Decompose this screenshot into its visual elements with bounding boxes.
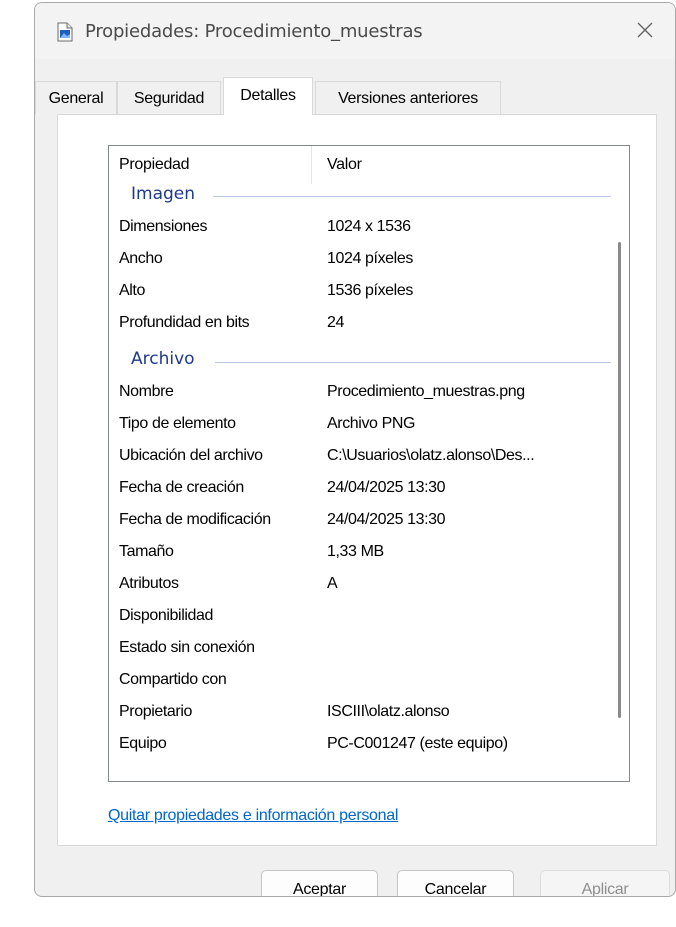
remove-properties-link[interactable]: Quitar propiedades e información persona… bbox=[108, 807, 398, 825]
group-divider bbox=[213, 196, 627, 197]
property-value: 24 bbox=[327, 314, 344, 331]
cancel-button[interactable]: Cancelar bbox=[397, 870, 514, 896]
property-value: 1536 píxeles bbox=[327, 282, 413, 299]
property-name: Tipo de elemento bbox=[119, 415, 236, 432]
window-title: Propiedades: Procedimiento_muestras bbox=[85, 21, 423, 42]
property-name: Alto bbox=[119, 282, 145, 299]
list-item[interactable]: Atributos A bbox=[109, 569, 609, 601]
group-header-image: Imagen bbox=[131, 184, 196, 204]
property-value: ISCIII\olatz.alonso bbox=[327, 703, 450, 720]
properties-dialog: Propiedades: Procedimiento_muestras Gene… bbox=[34, 2, 676, 897]
property-name: Compartido con bbox=[119, 671, 227, 688]
list-item[interactable]: Fecha de creación 24/04/2025 13:30 bbox=[109, 473, 609, 505]
tab-strip: General Seguridad Detalles Versiones ant… bbox=[35, 77, 675, 115]
property-value: Procedimiento_muestras.png bbox=[327, 383, 525, 400]
property-name: Ancho bbox=[119, 250, 163, 267]
list-item[interactable]: Nombre Procedimiento_muestras.png bbox=[109, 377, 609, 409]
property-name: Tamaño bbox=[119, 543, 174, 560]
list-item[interactable]: Equipo PC-C001247 (este equipo) bbox=[109, 729, 609, 761]
image-file-icon bbox=[57, 22, 73, 42]
close-button[interactable] bbox=[617, 3, 675, 59]
list-item[interactable]: Tipo de elemento Archivo PNG bbox=[109, 409, 609, 441]
property-name: Profundidad en bits bbox=[119, 314, 250, 331]
property-name: Fecha de modificación bbox=[119, 511, 271, 528]
list-item[interactable]: Ubicación del archivo C:\Usuarios\olatz.… bbox=[109, 441, 609, 473]
property-value: 1,33 MB bbox=[327, 543, 384, 560]
list-item[interactable]: Fecha de modificación 24/04/2025 13:30 bbox=[109, 505, 609, 537]
property-name: Dimensiones bbox=[119, 218, 208, 235]
property-value: Archivo PNG bbox=[327, 415, 416, 432]
property-name: Estado sin conexión bbox=[119, 639, 255, 656]
details-list[interactable]: Propiedad Valor Imagen Dimensiones 1024 … bbox=[108, 145, 630, 782]
ok-button[interactable]: Aceptar bbox=[261, 870, 378, 896]
scrollbar-thumb[interactable] bbox=[618, 242, 621, 718]
vertical-scrollbar[interactable] bbox=[611, 146, 629, 781]
property-name: Atributos bbox=[119, 575, 179, 592]
list-item[interactable]: Propietario ISCIII\olatz.alonso bbox=[109, 697, 609, 729]
list-item[interactable]: Ancho 1024 píxeles bbox=[109, 244, 609, 276]
list-header: Propiedad Valor bbox=[109, 146, 629, 184]
tab-security[interactable]: Seguridad bbox=[117, 81, 221, 114]
list-item[interactable]: Profundidad en bits 24 bbox=[109, 308, 609, 340]
apply-button[interactable]: Aplicar bbox=[540, 870, 670, 896]
property-value: 1024 x 1536 bbox=[327, 218, 411, 235]
property-name: Fecha de creación bbox=[119, 479, 244, 496]
list-item[interactable]: Dimensiones 1024 x 1536 bbox=[109, 212, 609, 244]
property-name: Nombre bbox=[119, 383, 174, 400]
property-value: C:\Usuarios\olatz.alonso\Des... bbox=[327, 447, 535, 464]
list-item[interactable]: Disponibilidad bbox=[109, 601, 609, 633]
list-item[interactable]: Estado sin conexión bbox=[109, 633, 609, 665]
property-name: Equipo bbox=[119, 735, 167, 752]
property-value: 24/04/2025 13:30 bbox=[327, 511, 446, 528]
column-header-value[interactable]: Valor bbox=[327, 156, 362, 174]
property-value: A bbox=[327, 575, 338, 592]
list-item[interactable]: Compartido con bbox=[109, 665, 609, 697]
details-panel: Propiedad Valor Imagen Dimensiones 1024 … bbox=[57, 114, 657, 846]
property-name: Ubicación del archivo bbox=[119, 447, 263, 464]
property-value: PC-C001247 (este equipo) bbox=[327, 735, 508, 752]
property-value: 1024 píxeles bbox=[327, 250, 413, 267]
list-item[interactable]: Alto 1536 píxeles bbox=[109, 276, 609, 308]
close-icon bbox=[637, 22, 653, 38]
title-bar: Propiedades: Procedimiento_muestras bbox=[35, 3, 675, 59]
group-header-file: Archivo bbox=[131, 349, 195, 369]
tab-previous-versions[interactable]: Versiones anteriores bbox=[315, 81, 501, 114]
tab-details[interactable]: Detalles bbox=[223, 77, 313, 115]
column-divider[interactable] bbox=[311, 146, 312, 184]
property-value: 24/04/2025 13:30 bbox=[327, 479, 446, 496]
property-name: Propietario bbox=[119, 703, 192, 720]
property-name: Disponibilidad bbox=[119, 607, 214, 624]
group-divider bbox=[215, 362, 627, 363]
list-item[interactable]: Tamaño 1,33 MB bbox=[109, 537, 609, 569]
tab-general[interactable]: General bbox=[35, 81, 117, 114]
column-header-property[interactable]: Propiedad bbox=[119, 156, 190, 174]
